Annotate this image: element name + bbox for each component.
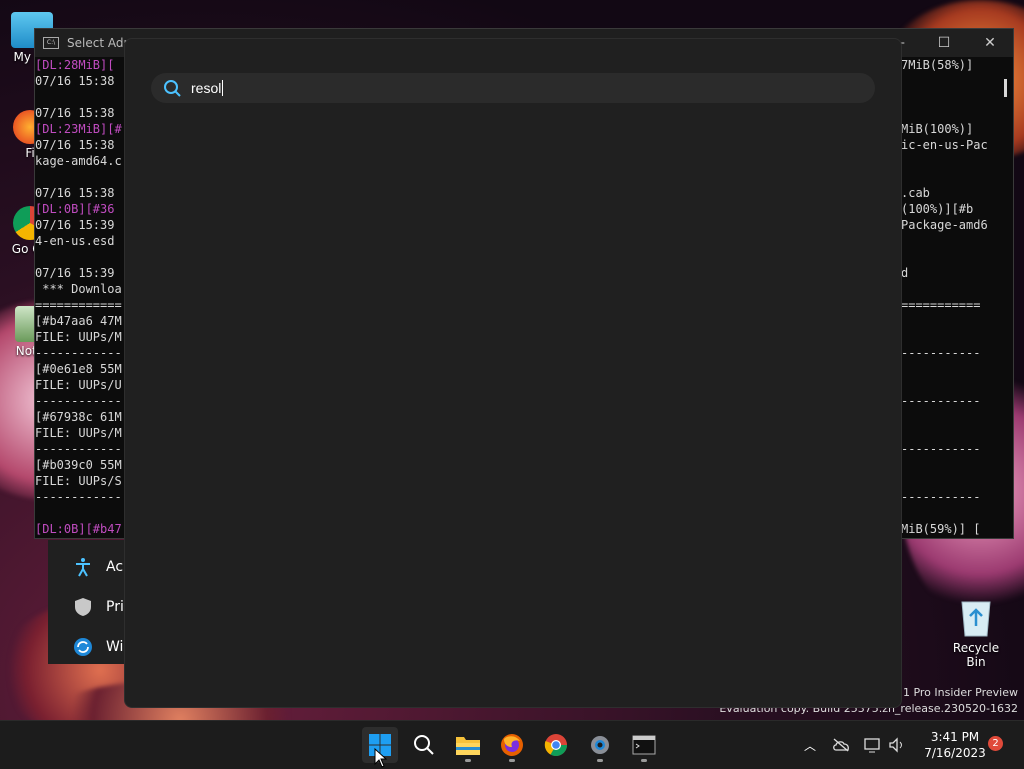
terminal-app-icon: C:\ bbox=[43, 37, 59, 49]
shield-icon bbox=[72, 596, 94, 618]
terminal-scrollbar[interactable] bbox=[1004, 79, 1007, 97]
terminal-line-right: ic-en-us-Pac bbox=[901, 138, 988, 152]
terminal-line: 07/16 15:39 bbox=[35, 266, 115, 280]
terminal-line: 07/16 15:38 bbox=[35, 138, 115, 152]
maximize-icon[interactable]: ☐ bbox=[921, 35, 967, 51]
start-item-privacy[interactable]: Pri bbox=[72, 596, 124, 618]
taskbar: ︿ 3:41 PM 7/16/2023 bbox=[0, 720, 1024, 769]
firefox-icon bbox=[501, 734, 523, 756]
terminal-line: 07/16 15:39 bbox=[35, 218, 115, 232]
system-tray: ︿ bbox=[800, 721, 906, 769]
terminal-line: 07/16 15:38 bbox=[35, 186, 115, 200]
terminal-line: [DL:28MiB][ bbox=[35, 58, 115, 72]
start-item-windows-update[interactable]: Wi bbox=[72, 636, 123, 658]
terminal-line: [#0e61e8 55M bbox=[35, 362, 122, 376]
taskbar-clock[interactable]: 3:41 PM 7/16/2023 bbox=[912, 729, 998, 761]
terminal-line: kage-amd64.c bbox=[35, 154, 122, 168]
terminal-line-right: (100%)][#b bbox=[901, 202, 974, 216]
terminal-line-right: ----------- bbox=[901, 442, 981, 456]
taskbar-file-explorer[interactable] bbox=[450, 727, 486, 763]
terminal-line: [#67938c 61M bbox=[35, 410, 122, 424]
running-indicator bbox=[597, 759, 603, 762]
terminal-line: ============ bbox=[35, 298, 122, 312]
taskbar-search-button[interactable] bbox=[406, 727, 442, 763]
terminal-line-right: .cab bbox=[901, 186, 930, 200]
mouse-cursor-icon bbox=[374, 748, 388, 768]
watermark-line-1: s 11 Pro Insider Preview bbox=[886, 686, 1018, 699]
taskbar-firefox[interactable] bbox=[494, 727, 530, 763]
start-item-accessibility[interactable]: Ac bbox=[72, 556, 123, 578]
terminal-line: [DL:23MiB][# bbox=[35, 122, 122, 136]
terminal-line: [DL:0B][#b47 bbox=[35, 522, 122, 536]
terminal-line: FILE: UUPs/S bbox=[35, 474, 122, 488]
terminal-line: [#b47aa6 47M bbox=[35, 314, 122, 328]
search-box[interactable]: resol bbox=[151, 73, 875, 103]
running-indicator bbox=[641, 759, 647, 762]
terminal-line: *** Downloa bbox=[35, 282, 122, 296]
network-icon[interactable] bbox=[864, 737, 882, 753]
terminal-line-right: MiB(100%)] bbox=[901, 122, 974, 136]
text-caret bbox=[222, 80, 224, 96]
terminal-line: 07/16 15:38 bbox=[35, 74, 115, 88]
terminal-line-right: MiB(59%)] [ bbox=[901, 522, 981, 536]
terminal-line-right: ----------- bbox=[901, 394, 981, 408]
volume-icon[interactable] bbox=[888, 737, 906, 753]
search-icon bbox=[164, 80, 181, 97]
magnifier-icon bbox=[414, 735, 434, 755]
terminal-line: FILE: UUPs/M bbox=[35, 426, 122, 440]
terminal-line: FILE: UUPs/U bbox=[35, 378, 122, 392]
onedrive-offline-icon[interactable] bbox=[832, 738, 850, 752]
terminal-line-right: =========== bbox=[901, 298, 981, 312]
close-icon[interactable]: ✕ bbox=[967, 35, 1013, 51]
desktop-icon-recycle-bin[interactable]: Recycle Bin bbox=[944, 596, 1008, 669]
terminal-line: [#b039c0 55M bbox=[35, 458, 122, 472]
terminal-line: ------------ bbox=[35, 394, 122, 408]
terminal-line-right: d bbox=[901, 266, 909, 280]
terminal-line: 4-en-us.esd bbox=[35, 234, 115, 248]
terminal-line-right: 7MiB(58%)] bbox=[901, 58, 974, 72]
gear-icon bbox=[591, 736, 609, 754]
clock-date: 7/16/2023 bbox=[924, 746, 986, 760]
update-icon bbox=[72, 636, 94, 658]
terminal-line-right: Package-amd6 bbox=[901, 218, 988, 232]
folder-icon bbox=[456, 737, 480, 755]
search-input[interactable]: resol bbox=[191, 80, 224, 96]
notification-badge[interactable]: 2 bbox=[988, 736, 1003, 751]
chrome-icon bbox=[544, 734, 567, 756]
terminal-line: ------------ bbox=[35, 490, 122, 504]
terminal-line: ------------ bbox=[35, 442, 122, 456]
terminal-line: FILE: UUPs/M bbox=[35, 330, 122, 344]
taskbar-terminal[interactable] bbox=[626, 727, 662, 763]
accessibility-icon bbox=[72, 556, 94, 578]
chevron-up-icon[interactable]: ︿ bbox=[800, 737, 820, 754]
taskbar-chrome[interactable] bbox=[538, 727, 574, 763]
search-flyout: resol bbox=[124, 38, 902, 708]
terminal-line: 07/16 15:38 bbox=[35, 106, 115, 120]
taskbar-settings[interactable] bbox=[582, 727, 618, 763]
running-indicator bbox=[509, 759, 515, 762]
clock-time: 3:41 PM bbox=[930, 730, 980, 744]
terminal-line-right: ----------- bbox=[901, 346, 981, 360]
terminal-line: [DL:0B][#36 bbox=[35, 202, 115, 216]
recycle-bin-icon bbox=[961, 601, 991, 637]
terminal-line-right: ----------- bbox=[901, 490, 981, 504]
running-indicator bbox=[465, 759, 471, 762]
terminal-icon bbox=[632, 735, 656, 755]
terminal-line: ------------ bbox=[35, 346, 122, 360]
